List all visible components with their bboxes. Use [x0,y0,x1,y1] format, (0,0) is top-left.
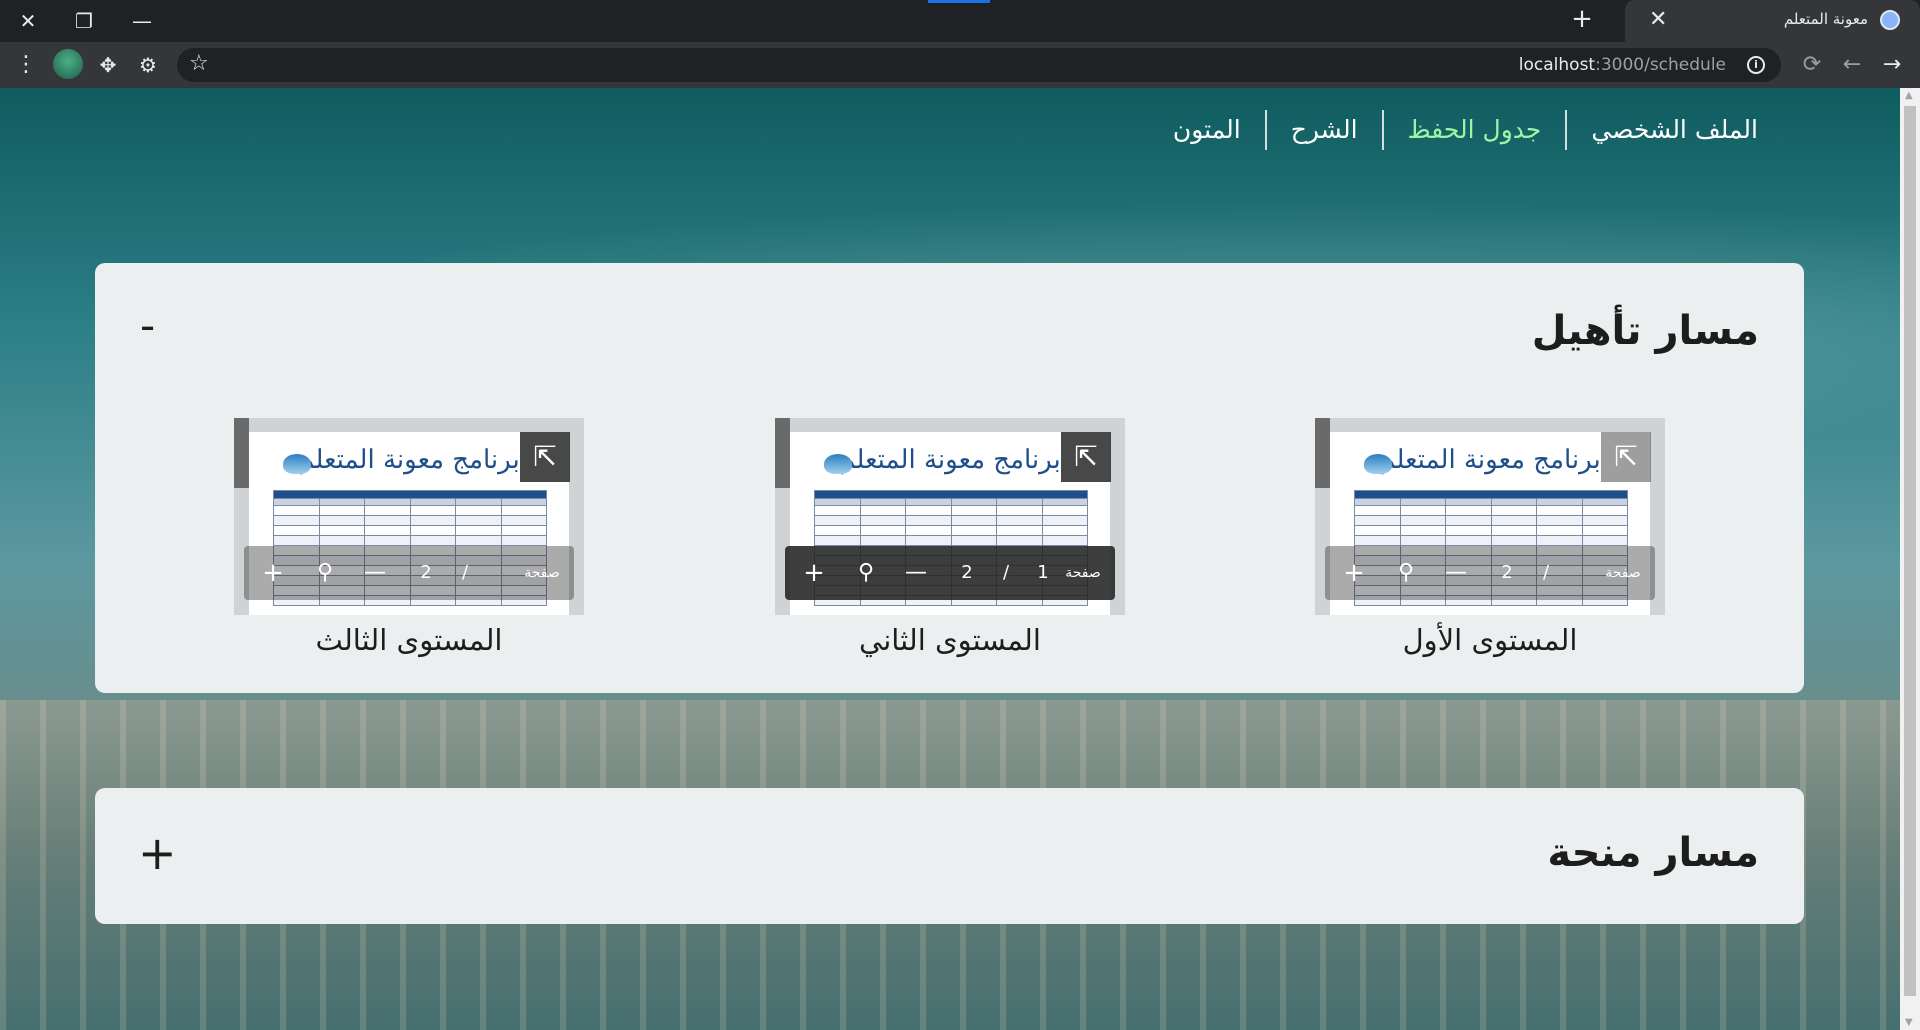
nav-item-explanation[interactable]: الشرح [1267,110,1382,150]
level-label[interactable]: المستوى الثاني [775,623,1125,657]
tab-favicon [1880,10,1900,30]
active-tab[interactable]: معونة المتعلم ✕ [1625,0,1920,42]
forward-arrow-icon[interactable]: → [1877,50,1907,80]
scroll-down-icon[interactable]: ▼ [1905,1017,1913,1028]
browser-toolbar: ⋮ ✥ ⚙ ☆ localhost:3000/schedule i ⟳ ← → [0,42,1920,88]
restore-window-icon[interactable]: ❐ [62,4,106,38]
back-arrow-icon[interactable]: ← [1837,50,1867,80]
nav-divider [1565,110,1568,150]
puzzle-icon[interactable]: ✥ [93,50,123,80]
zoom-out-icon[interactable]: — [1441,546,1471,600]
page-separator: / [461,562,469,583]
open-external-icon[interactable]: ⇱ [1601,432,1651,482]
nav-item-memorization-schedule[interactable]: جدول الحفظ [1384,110,1566,150]
gear-icon[interactable]: ⚙ [133,50,163,80]
info-icon[interactable]: i [1747,56,1765,74]
reload-icon[interactable]: ⟳ [1797,50,1827,80]
page-label: صفحة [1605,565,1641,581]
pdf-sidebar [1315,418,1330,488]
address-bar[interactable]: ☆ localhost:3000/schedule i [177,48,1781,82]
pdf-controls: + ⚲ — 2 / صفحة [1325,546,1655,600]
level-label[interactable]: المستوى الأول [1315,623,1665,657]
page-total: 2 [420,562,432,583]
open-external-icon[interactable]: ⇱ [520,432,570,482]
track-title: مسار منحة [1547,830,1759,876]
nav-item-profile[interactable]: الملف الشخصي [1567,110,1782,150]
page-number[interactable]: 1 [1033,546,1053,600]
program-logo [1364,454,1392,474]
scroll-up-icon[interactable]: ▲ [1905,90,1913,101]
track-card-scholarship: مسار منحة + [95,788,1804,924]
pdf-sidebar [234,418,249,488]
zoom-in-icon[interactable]: + [1339,546,1369,600]
nav-divider [1264,110,1267,150]
page-label: صفحة [1065,565,1101,581]
pdf-viewer[interactable]: برنامج معونة المتعلم [1315,418,1665,615]
pdf-header-text: برنامج معونة المتعلم [1379,445,1602,475]
page-number[interactable] [1573,546,1593,600]
nav-divider [1381,110,1384,150]
pdf-controls: + ⚲ — 2 / صفحة [244,546,574,600]
page-label: صفحة [524,565,560,581]
level-card-2: برنامج معونة المتعلم ⇱ + ⚲ — 2 / 1 صفحة … [775,418,1125,657]
zoom-in-icon[interactable]: + [799,546,829,600]
star-icon[interactable]: ☆ [189,51,209,76]
zoom-out-icon[interactable]: — [901,546,931,600]
pdf-sidebar [775,418,790,488]
kebab-menu-icon[interactable]: ⋮ [14,50,38,80]
page-total: 2 [1501,562,1513,583]
tab-title: معونة المتعلم [1783,10,1868,28]
page-viewport: المتون الشرح جدول الحفظ الملف الشخصي مسا… [0,88,1900,1030]
page-separator: / [1542,562,1550,583]
minimize-window-icon[interactable]: — [120,4,164,38]
zoom-icon[interactable]: ⚲ [1391,546,1421,600]
zoom-icon[interactable]: ⚲ [851,546,881,600]
close-window-icon[interactable]: ✕ [6,4,50,38]
program-logo [824,454,852,474]
zoom-icon[interactable]: ⚲ [310,546,340,600]
zoom-out-icon[interactable]: — [360,546,390,600]
browser-tab-bar: ✕ ❐ — + معونة المتعلم ✕ [0,0,1920,42]
page-total: 2 [961,562,973,583]
pdf-viewer[interactable]: برنامج معونة المتعلم [234,418,584,615]
level-card-1: برنامج معونة المتعلم ⇱ + ⚲ — 2 / صفحة ال… [1315,418,1665,657]
pdf-header-text: برنامج معونة المتعلم [298,445,521,475]
tab-close-icon[interactable]: ✕ [1649,7,1667,32]
nav-item-texts[interactable]: المتون [1149,110,1265,150]
page-number[interactable] [492,546,512,600]
url-text[interactable]: localhost:3000/schedule [1519,55,1726,75]
scroll-thumb[interactable] [1904,106,1916,996]
program-logo [283,454,311,474]
level-card-3: برنامج معونة المتعلم ⇱ + ⚲ — 2 / صفحة ال… [234,418,584,657]
zoom-in-icon[interactable]: + [258,546,288,600]
profile-avatar[interactable] [53,49,83,79]
page-scrollbar[interactable]: ▲ ▼ [1900,88,1920,1030]
level-label[interactable]: المستوى الثالث [234,623,584,657]
tab-strip-accent [928,0,990,3]
pdf-header-text: برنامج معونة المتعلم [839,445,1062,475]
new-tab-plus-icon[interactable]: + [1564,4,1600,40]
track-card-taheel: مسار تأهيل - برنامج معونة المتعلم ⇱ + ⚲ … [95,263,1804,693]
page-separator: / [1002,562,1010,583]
open-external-icon[interactable]: ⇱ [1061,432,1111,482]
track-title: مسار تأهيل [1531,308,1759,354]
site-navigation: المتون الشرح جدول الحفظ الملف الشخصي [1149,110,1782,150]
pdf-controls: + ⚲ — 2 / 1 صفحة [785,546,1115,600]
expand-toggle-button[interactable]: + [138,828,177,878]
pdf-viewer[interactable]: برنامج معونة المتعلم [775,418,1125,615]
collapse-toggle-button[interactable]: - [140,301,155,351]
